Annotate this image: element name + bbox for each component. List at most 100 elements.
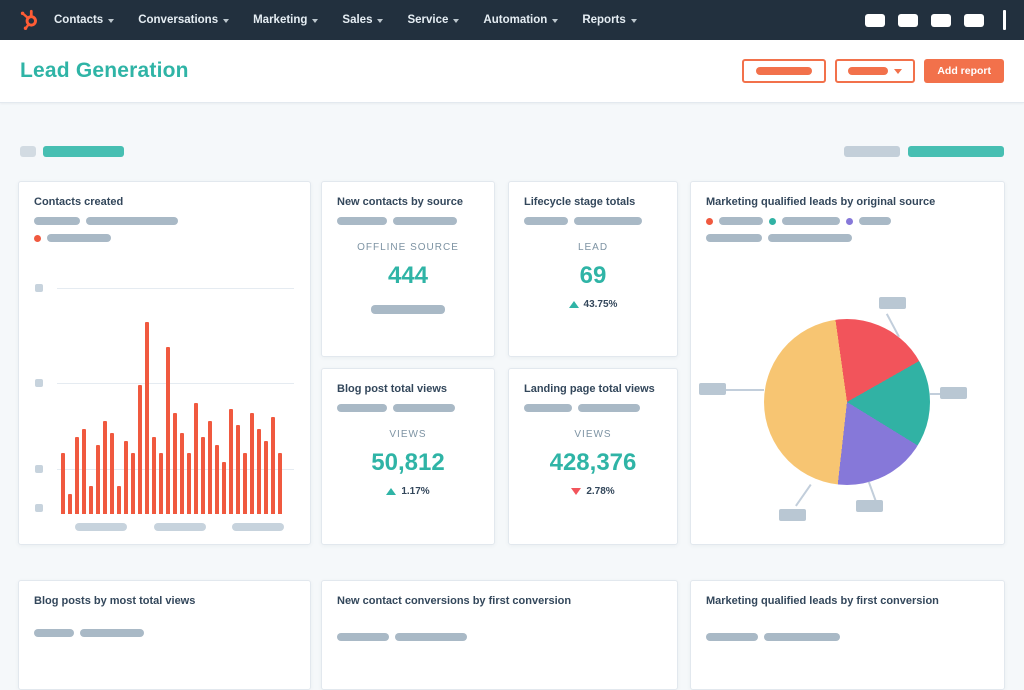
chart-bar	[229, 409, 233, 514]
card-title: Lifecycle stage totals	[524, 196, 636, 208]
chevron-down-icon	[377, 18, 384, 23]
legend-placeholder	[706, 234, 762, 242]
page-title: Lead Generation	[20, 59, 189, 82]
chart-bar	[89, 485, 93, 514]
nav-item-label: Contacts	[54, 14, 104, 26]
card-lifecycle-stage-totals: Lifecycle stage totals LEAD 69 43.75%	[508, 181, 678, 357]
card-title: Blog posts by most total views	[34, 595, 196, 607]
nav-item-reports[interactable]: Reports	[582, 14, 637, 26]
delta-arrow-icon	[571, 488, 582, 495]
legend-placeholder	[393, 217, 457, 225]
nav-item-label: Reports	[582, 14, 626, 26]
filter-chip-placeholder[interactable]	[844, 146, 900, 157]
chart-bar	[201, 437, 205, 514]
nav-item-conversations[interactable]: Conversations	[138, 14, 230, 26]
chart-bar	[124, 441, 128, 514]
legend-dot-icon	[34, 234, 41, 242]
dashboard-filters-left	[20, 146, 124, 157]
nav-item-marketing[interactable]: Marketing	[253, 14, 319, 26]
chart-bar	[82, 429, 86, 514]
chart-bar	[194, 403, 198, 514]
chart-bar	[173, 413, 177, 514]
dashboard-actions-dropdown[interactable]	[835, 59, 916, 83]
nav-item-label: Conversations	[138, 14, 219, 26]
chart-bar	[152, 437, 156, 514]
legend-placeholder	[574, 217, 642, 225]
chart-bar	[257, 429, 261, 514]
nav-item-label: Marketing	[253, 14, 308, 26]
legend-row	[691, 234, 1004, 242]
filter-chip-placeholder[interactable]	[908, 146, 1004, 157]
delta-value: 1.17%	[401, 486, 430, 497]
legend-dot-icon	[769, 217, 776, 225]
chevron-down-icon	[312, 18, 319, 23]
metric-label: VIEWS	[574, 429, 612, 440]
nav-item-label: Service	[407, 14, 449, 26]
delta-arrow-icon	[568, 301, 579, 308]
callout-line	[726, 389, 764, 391]
dashboard-app: Contacts Conversations Marketing Sales S…	[0, 0, 1024, 690]
y-tick-placeholder	[35, 284, 43, 292]
legend-dot-icon	[846, 217, 853, 225]
pie-label-placeholder	[779, 509, 806, 521]
callout-line	[930, 393, 940, 395]
dashboard-filter-button[interactable]	[742, 59, 827, 83]
nav-utility-icon[interactable]	[964, 13, 984, 27]
pie-label-placeholder	[856, 500, 883, 512]
nav-item-label: Sales	[342, 14, 373, 26]
chevron-down-icon	[894, 68, 903, 74]
delta-value: 43.75%	[583, 299, 618, 310]
filter-chip-placeholder[interactable]	[20, 146, 36, 157]
card-title: Landing page total views	[524, 383, 655, 395]
chevron-down-icon	[108, 18, 115, 23]
nav-item-sales[interactable]: Sales	[342, 14, 384, 26]
legend-placeholder	[80, 629, 144, 637]
nav-item-contacts[interactable]: Contacts	[54, 14, 115, 26]
filter-chip-placeholder[interactable]	[43, 146, 124, 157]
metric-value: 50,812	[371, 449, 445, 476]
callout-line	[795, 484, 812, 507]
legend-placeholder	[47, 234, 111, 242]
nav-item-label: Automation	[483, 14, 548, 26]
legend-placeholder	[34, 629, 74, 637]
card-blog-posts-by-most-total-views: Blog posts by most total views	[18, 580, 311, 690]
nav-utility-icon[interactable]	[931, 13, 951, 27]
metric-value: 444	[387, 262, 429, 289]
chevron-down-icon	[223, 18, 230, 23]
nav-item-service[interactable]: Service	[407, 14, 460, 26]
metric-value: 428,376	[549, 449, 637, 476]
delta-arrow-icon	[386, 488, 397, 495]
legend-row	[691, 217, 1004, 225]
nav-item-automation[interactable]: Automation	[483, 14, 559, 26]
nav-utility-icon[interactable]	[865, 13, 885, 27]
delta-value: 2.78%	[586, 486, 615, 497]
legend-placeholder	[524, 404, 572, 412]
legend-placeholder	[337, 633, 389, 641]
chart-bar	[145, 322, 149, 514]
metric-value: 69	[579, 262, 607, 289]
legend-placeholder	[395, 633, 467, 641]
chart-bar	[159, 453, 163, 514]
chart-bar	[250, 413, 254, 514]
metric-delta: 1.17%	[322, 486, 494, 497]
y-tick-placeholder	[35, 465, 43, 473]
metric-subtext-placeholder	[371, 305, 445, 314]
add-report-button[interactable]: Add report	[924, 59, 1004, 83]
chart-bar	[117, 485, 121, 514]
legend-row	[19, 629, 310, 637]
chart-bar	[138, 384, 142, 514]
x-label-placeholder	[153, 523, 206, 531]
legend-placeholder	[578, 404, 640, 412]
legend-row	[322, 217, 494, 225]
metric-label: VIEWS	[389, 429, 427, 440]
legend-placeholder	[86, 217, 178, 225]
card-title: Marketing qualified leads by first conve…	[706, 595, 939, 607]
card-landing-page-total-views: Landing page total views VIEWS 428,376 2…	[508, 368, 678, 545]
hubspot-logo-icon[interactable]	[18, 9, 40, 31]
pie-label-placeholder	[940, 387, 967, 399]
chart-bar	[180, 433, 184, 514]
button-label-placeholder	[756, 67, 813, 75]
legend-row	[691, 633, 1004, 641]
nav-utility-icon[interactable]	[898, 13, 918, 27]
metric-delta: 43.75%	[509, 299, 677, 310]
